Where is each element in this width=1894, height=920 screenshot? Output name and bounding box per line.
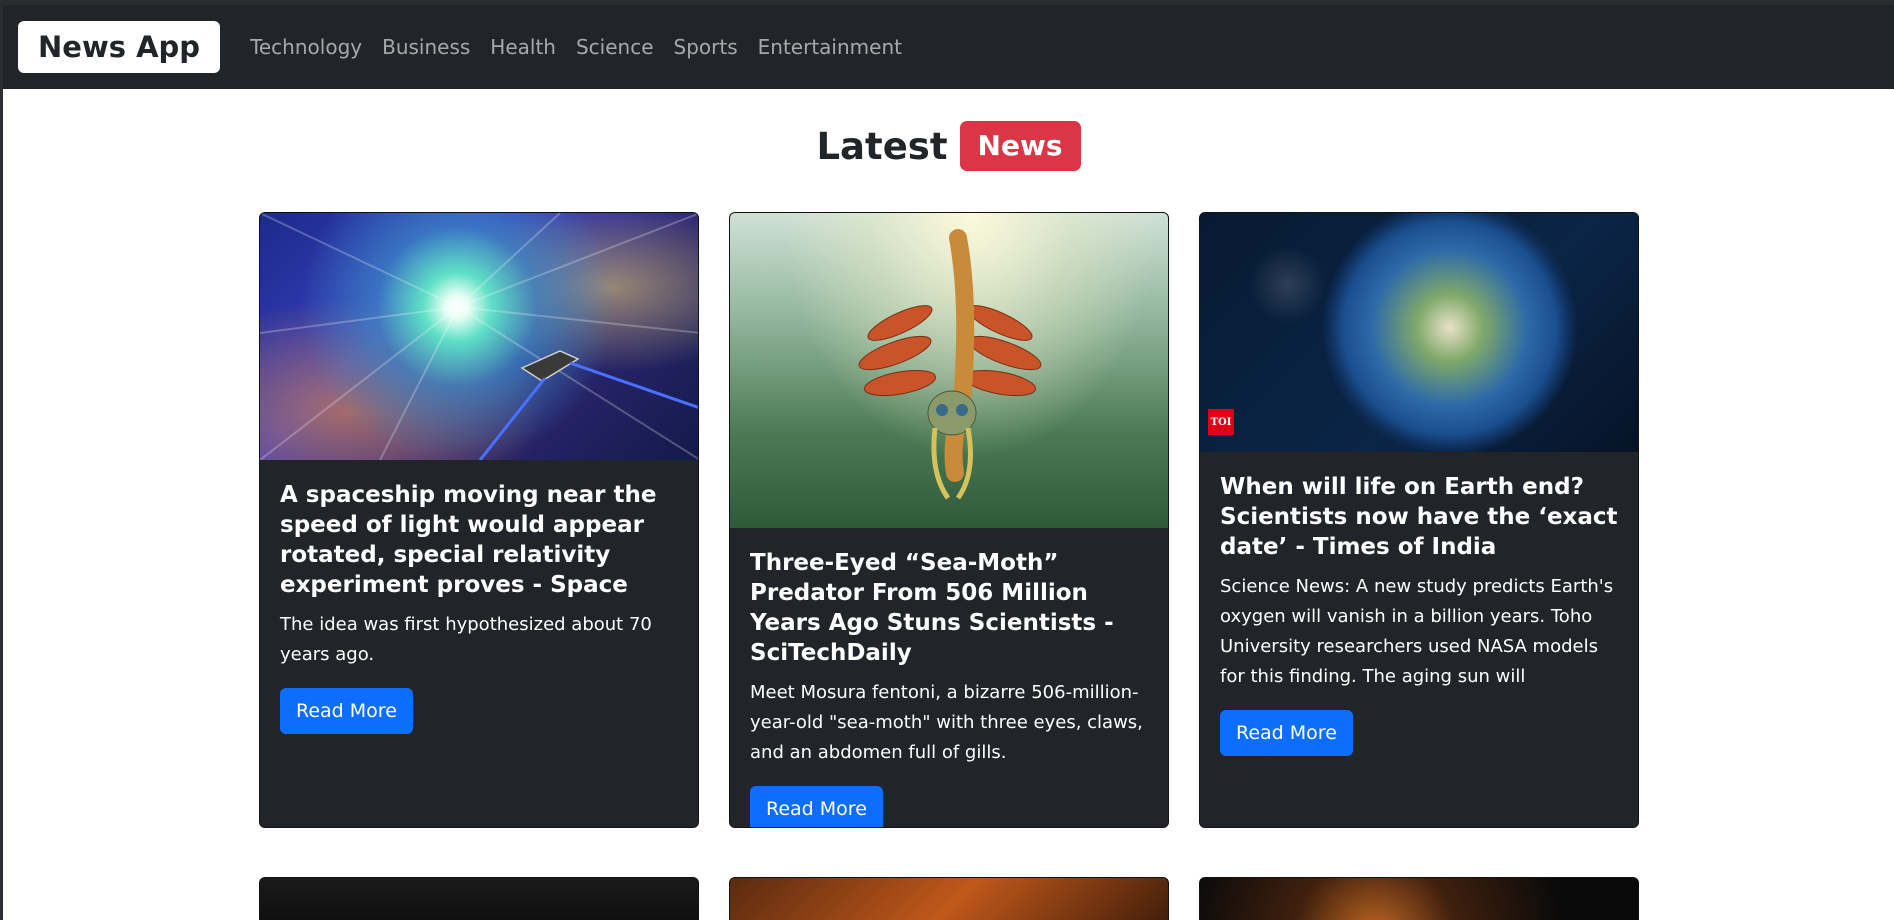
news-card: A spaceship moving near the speed of lig…: [259, 212, 699, 828]
news-card: Three-Eyed “Sea-Moth” Predator From 506 …: [729, 212, 1169, 828]
nav-link-business[interactable]: Business: [372, 35, 480, 59]
news-description: The idea was first hypothesized about 70…: [280, 614, 652, 665]
news-title[interactable]: A spaceship moving near the speed of lig…: [280, 480, 678, 600]
navbar: News App Technology Business Health Scie…: [3, 5, 1894, 89]
news-description: Science News: A new study predicts Earth…: [1220, 576, 1614, 687]
brand-logo[interactable]: News App: [18, 21, 221, 73]
news-image: [260, 878, 698, 920]
news-badge: News: [959, 121, 1081, 171]
news-image-earth: TOI: [1200, 213, 1638, 452]
read-more-button[interactable]: Read More: [750, 786, 883, 827]
card-body: A spaceship moving near the speed of lig…: [260, 460, 698, 754]
spaceship-illustration: [260, 213, 698, 460]
page: News App Technology Business Health Scie…: [3, 5, 1894, 920]
page-title: Latest: [816, 124, 948, 168]
news-title[interactable]: Three-Eyed “Sea-Moth” Predator From 506 …: [750, 548, 1148, 668]
news-image-sea-moth: [730, 213, 1168, 528]
card-body: When will life on Earth end? Scientists …: [1200, 452, 1638, 776]
news-image: [730, 878, 1168, 920]
toi-logo: TOI: [1208, 409, 1234, 435]
read-more-button[interactable]: Read More: [280, 688, 413, 734]
news-card: TOI When will life on Earth end? Scienti…: [1199, 212, 1639, 828]
nav-link-entertainment[interactable]: Entertainment: [748, 35, 912, 59]
read-more-button[interactable]: Read More: [1220, 710, 1353, 756]
nav-link-health[interactable]: Health: [480, 35, 566, 59]
nav-link-science[interactable]: Science: [566, 35, 664, 59]
news-title[interactable]: When will life on Earth end? Scientists …: [1220, 472, 1618, 562]
nav-links: Technology Business Health Science Sport…: [240, 35, 912, 59]
news-card: [259, 877, 699, 920]
page-heading: Latest News: [3, 121, 1894, 171]
card-body: Three-Eyed “Sea-Moth” Predator From 506 …: [730, 528, 1168, 827]
news-card: [1199, 877, 1639, 920]
news-image: [1200, 878, 1638, 920]
news-image-spaceship: [260, 213, 698, 460]
sea-moth-illustration: [858, 229, 1042, 500]
nav-link-technology[interactable]: Technology: [240, 35, 372, 59]
nav-link-sports[interactable]: Sports: [664, 35, 748, 59]
news-description: Meet Mosura fentoni, a bizarre 506-milli…: [750, 682, 1143, 763]
news-card: [729, 877, 1169, 920]
